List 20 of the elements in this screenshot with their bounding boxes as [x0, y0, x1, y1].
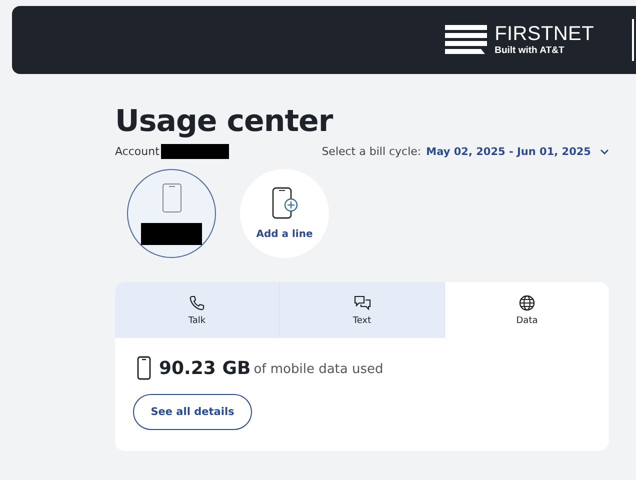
phone-icon — [162, 182, 182, 212]
bill-cycle-label: Select a bill cycle: — [322, 145, 422, 158]
usage-description: of mobile data used — [254, 362, 384, 377]
add-line-button[interactable]: Add a line — [240, 169, 329, 258]
bill-cycle-dropdown[interactable]: May 02, 2025 - Jun 01, 2025 — [426, 146, 609, 158]
usage-amount: 90.23 GB — [159, 358, 251, 378]
phone-handset-icon — [189, 294, 205, 310]
logo-icon — [444, 25, 487, 55]
logo-subtitle: Built with AT&T — [494, 45, 566, 56]
chat-bubbles-icon — [354, 294, 370, 310]
see-all-details-button[interactable]: See all details — [133, 394, 252, 430]
phone-plus-icon — [272, 187, 298, 219]
globe-icon — [519, 294, 535, 310]
usage-tab[interactable]: Talk — [115, 282, 280, 338]
page-title: Usage center — [115, 104, 334, 140]
usage-tab[interactable]: Text — [280, 282, 445, 338]
account-label: Account — [115, 145, 160, 158]
logo-title: FIRSTNET — [494, 24, 594, 44]
phone-icon — [137, 356, 151, 380]
chevron-down-icon — [600, 148, 609, 154]
